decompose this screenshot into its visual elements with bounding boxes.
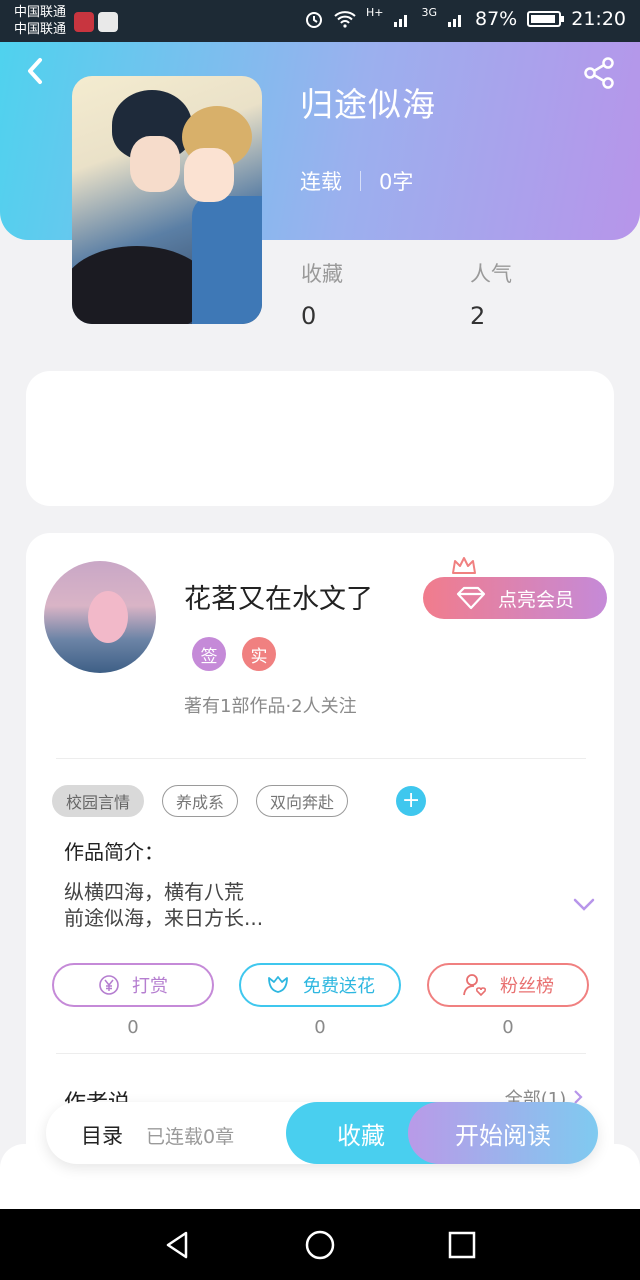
toc-button[interactable]: 目录 — [81, 1120, 123, 1150]
tip-label: 打赏 — [132, 976, 168, 997]
flower-count: 0 — [314, 1017, 326, 1038]
start-reading-button[interactable]: 开始阅读 — [408, 1102, 598, 1164]
intro-heading: 作品简介： — [64, 840, 164, 864]
battery-icon — [527, 11, 565, 27]
stat-label: 人气 — [470, 262, 512, 286]
empty-card — [26, 371, 614, 506]
nav-back-icon[interactable] — [162, 1229, 194, 1261]
network-h-label: H+ — [365, 5, 384, 19]
book-title: 归途似海 — [300, 85, 436, 124]
tag-list: 校园言情 养成系 双向奔赴 + — [52, 785, 427, 817]
author-name[interactable]: 花茗又在水文了 — [184, 577, 373, 616]
vip-button-label: 点亮会员 — [497, 588, 574, 611]
network-3g-label: 3G — [421, 5, 437, 19]
flower-icon — [268, 976, 288, 993]
tag[interactable]: 校园言情 — [52, 785, 145, 817]
system-nav-bar — [0, 1209, 640, 1280]
carrier-2: 中国联通 — [14, 22, 67, 37]
intro-line: 纵横四海，横有八荒 — [64, 880, 244, 904]
divider — [56, 1053, 586, 1054]
signal-icon — [448, 15, 461, 27]
stat-value: 2 — [470, 302, 486, 330]
book-meta: 连载 0字 — [300, 166, 413, 196]
wifi-icon — [334, 11, 356, 28]
action-row: 打赏 免费送花 粉丝榜 — [52, 963, 592, 1007]
author-works-info: 著有1部作品·2人关注 — [184, 696, 357, 717]
serial-info: 已连载0章 — [146, 1126, 235, 1148]
chevron-down-icon[interactable] — [572, 897, 596, 913]
author-card: 花茗又在水文了 点亮会员 签 实 著有1部作品·2人关注 校园言情 养成系 双向… — [26, 533, 614, 1153]
bottom-action-bar: 目录 已连载0章 收藏 开始阅读 — [46, 1102, 598, 1164]
nav-recents-icon[interactable] — [446, 1229, 478, 1261]
stat-value: 0 — [301, 302, 317, 330]
tag[interactable]: 养成系 — [162, 785, 239, 817]
tip-count: 0 — [127, 1017, 139, 1038]
start-reading-label: 开始阅读 — [455, 1121, 551, 1150]
tag[interactable]: 双向奔赴 — [256, 785, 349, 817]
fan-count: 0 — [502, 1017, 514, 1038]
word-count: 0字 — [379, 170, 414, 194]
alarm-icon — [305, 12, 322, 28]
intro-text: 纵横四海，横有八荒 前途似海，来日方长... — [64, 879, 263, 931]
send-flower-button[interactable]: 免费送花 — [239, 963, 401, 1007]
verified-badge: 实 — [242, 637, 276, 671]
sign-badge: 签 — [192, 637, 226, 671]
divider — [56, 758, 586, 759]
stat-favorites: 收藏 0 — [301, 258, 343, 330]
clock: 21:20 — [571, 8, 626, 30]
book-status: 连载 — [300, 170, 342, 194]
yuan-icon — [99, 975, 119, 995]
carrier-1: 中国联通 — [14, 5, 67, 20]
fan-ranking-label: 粉丝榜 — [500, 976, 554, 997]
fan-heart-icon — [463, 974, 487, 997]
favorite-label: 收藏 — [337, 1121, 385, 1150]
send-flower-label: 免费送花 — [303, 976, 375, 997]
add-tag-button[interactable]: + — [396, 786, 427, 816]
vip-button[interactable]: 点亮会员 — [423, 577, 607, 619]
back-icon[interactable] — [24, 56, 46, 86]
diamond-icon — [456, 586, 486, 610]
battery-percent: 87% — [475, 8, 518, 30]
carrier-label: 中国联通 中国联通 — [14, 4, 66, 38]
stat-label: 收藏 — [301, 262, 343, 286]
book-cover[interactable] — [72, 76, 262, 324]
share-icon[interactable] — [582, 56, 616, 90]
signal-icon — [394, 15, 408, 27]
notification-app-icon — [98, 12, 118, 32]
crown-icon — [452, 557, 476, 574]
notification-app-icon — [74, 12, 94, 32]
author-avatar[interactable] — [44, 561, 156, 673]
fan-ranking-button[interactable]: 粉丝榜 — [427, 963, 589, 1007]
tip-button[interactable]: 打赏 — [52, 963, 214, 1007]
stat-popularity: 人气 2 — [470, 258, 512, 330]
nav-home-icon[interactable] — [304, 1229, 336, 1261]
status-bar: 中国联通 中国联通 H+ 3G 87% 21:20 — [0, 0, 640, 42]
intro-line: 前途似海，来日方长... — [64, 906, 264, 930]
